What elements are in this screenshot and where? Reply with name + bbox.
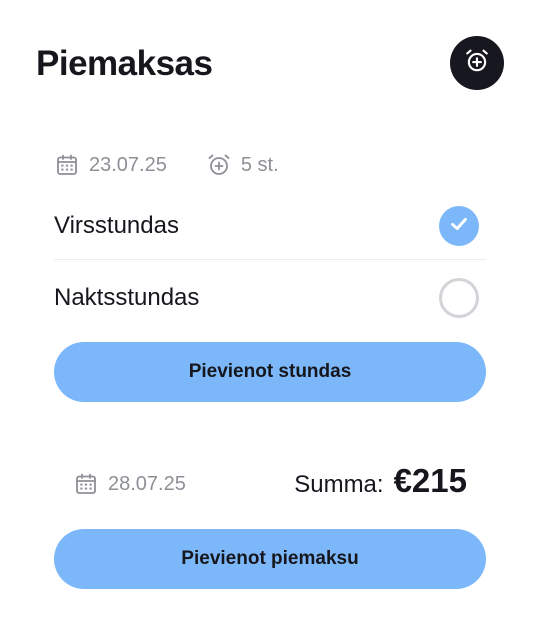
summary-date-text: 28.07.25 [108,472,186,495]
option-virsstundas[interactable]: Virsstundas [54,190,486,262]
alarm-plus-icon [464,48,490,79]
checkbox-checked[interactable] [439,206,479,246]
alarm-plus-icon [207,153,231,177]
entry-date: 23.07.25 [55,153,167,177]
check-icon [448,213,470,240]
sum-label: Summa: [294,471,384,498]
entry-meta: 23.07.25 5 st. [55,153,279,177]
option-naktsstundas[interactable]: Naktsstundas [54,262,486,334]
calendar-icon [55,153,79,177]
option-label: Virsstundas [54,212,179,239]
entry-hours-text: 5 st. [240,153,279,176]
entry-hours: 5 st. [207,153,279,177]
divider [54,259,486,260]
summary-meta: 28.07.25 [74,472,186,496]
page-title: Piemaksas [36,44,213,83]
calendar-icon [74,472,98,496]
entry-date-text: 23.07.25 [89,153,167,176]
sum-display: Summa: €215 [294,462,467,500]
summary-date: 28.07.25 [74,472,186,496]
page: Piemaksas 23.07.25 5 st. Virsstundas Nak… [0,0,540,644]
checkbox-unchecked[interactable] [439,278,479,318]
add-alarm-button[interactable] [450,36,504,90]
sum-value: €215 [393,462,467,499]
add-payment-button[interactable]: Pievienot piemaksu [54,529,486,589]
add-hours-button[interactable]: Pievienot stundas [54,342,486,402]
option-label: Naktsstundas [54,284,200,311]
